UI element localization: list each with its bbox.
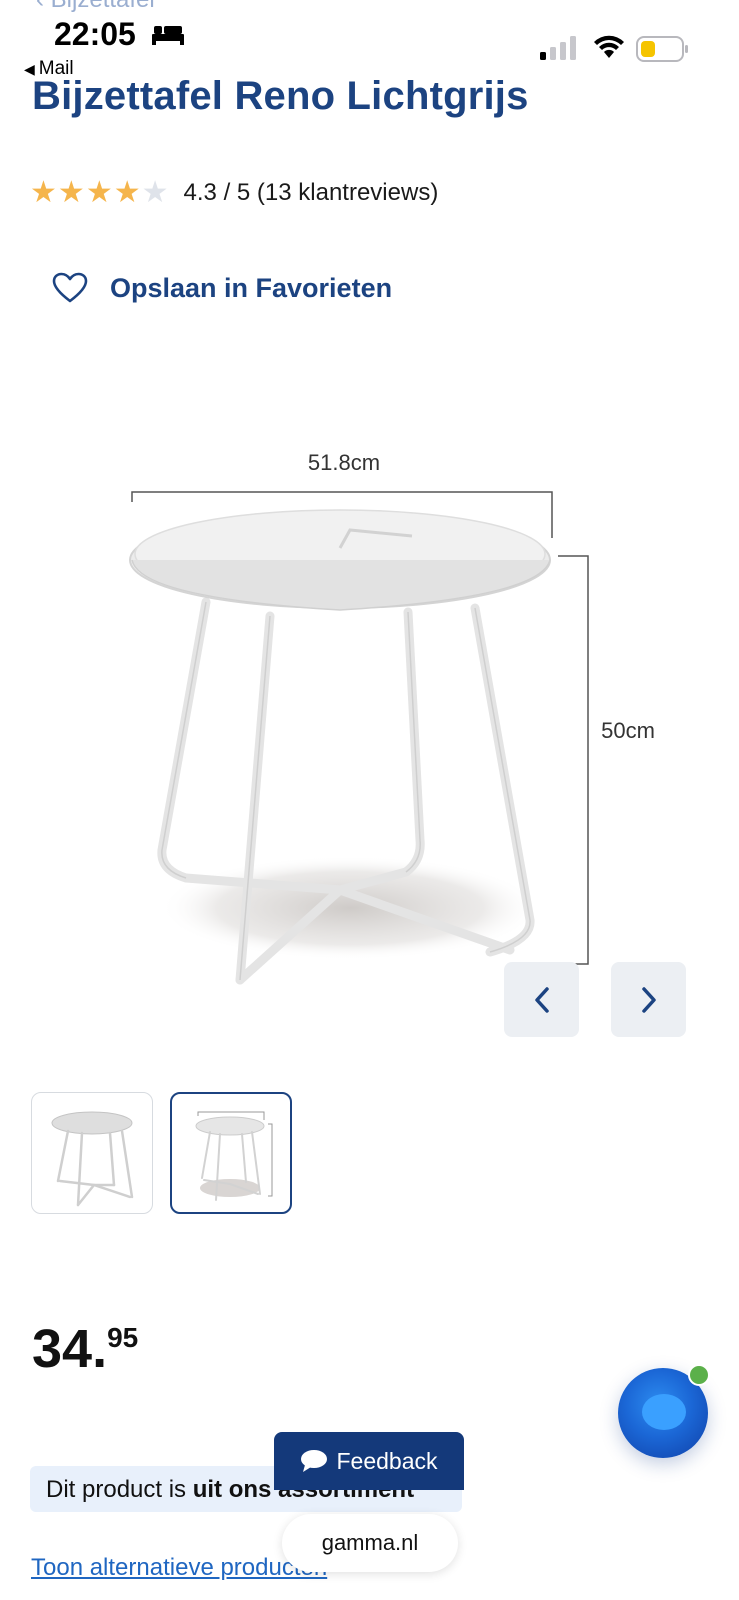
clock: 22:05 — [54, 16, 136, 52]
speech-bubble-icon — [301, 1450, 328, 1472]
signal-icon — [540, 36, 576, 60]
next-image-button[interactable] — [611, 962, 686, 1037]
battery-icon — [636, 36, 688, 62]
chat-icon — [642, 1394, 686, 1430]
star-icon: ★ — [57, 176, 85, 209]
thumbnail-1[interactable] — [31, 1092, 153, 1214]
chevron-left-icon — [534, 986, 549, 1013]
price-whole: 34 — [32, 1319, 93, 1379]
thumbnail-image — [195, 1111, 273, 1201]
chat-assistant-button[interactable] — [618, 1364, 710, 1458]
notice-text: Dit product is — [46, 1476, 193, 1503]
dimension-width-label: 51.8cm — [308, 450, 380, 475]
show-alternatives-link[interactable]: Toon alternatieve producten — [31, 1554, 327, 1582]
dimension-height-label: 50cm — [601, 718, 655, 743]
price-cents: 95 — [107, 1322, 139, 1353]
save-favorites-button[interactable]: Opslaan in Favorieten — [52, 272, 392, 304]
product-title: Bijzettafel Reno Lichtgrijs — [32, 74, 529, 118]
rating[interactable]: ★ ★ ★ ★ ★ 4.3 / 5 (13 klantreviews) — [30, 178, 438, 208]
browser-url-pill[interactable]: gamma.nl — [282, 1514, 458, 1572]
thumbnail-image — [51, 1111, 134, 1207]
rating-text: 4.3 / 5 (13 klantreviews) — [183, 179, 439, 206]
favorites-label: Opslaan in Favorieten — [110, 272, 393, 303]
heart-icon — [52, 272, 88, 303]
star-icon: ★ — [85, 176, 113, 209]
breadcrumb-back[interactable]: ‹ Bijzettafel — [36, 0, 155, 14]
feedback-button[interactable]: Feedback — [274, 1432, 464, 1490]
price: 34.95 — [32, 1318, 138, 1380]
wifi-icon — [594, 35, 624, 58]
thumbnail-2[interactable] — [170, 1092, 292, 1214]
star-empty-icon: ★ — [141, 176, 169, 209]
chevron-left-icon: ‹ — [36, 0, 51, 13]
online-status-dot — [688, 1364, 710, 1386]
product-image: 51.8cm 50cm — [129, 450, 655, 985]
star-icon: ★ — [113, 176, 141, 209]
previous-image-button[interactable] — [504, 962, 579, 1037]
price-separator: . — [92, 1319, 108, 1379]
chevron-right-icon — [641, 986, 656, 1013]
url-text: gamma.nl — [321, 1530, 419, 1555]
feedback-label: Feedback — [336, 1447, 438, 1474]
bed-icon — [152, 26, 184, 45]
star-icon: ★ — [30, 176, 57, 209]
